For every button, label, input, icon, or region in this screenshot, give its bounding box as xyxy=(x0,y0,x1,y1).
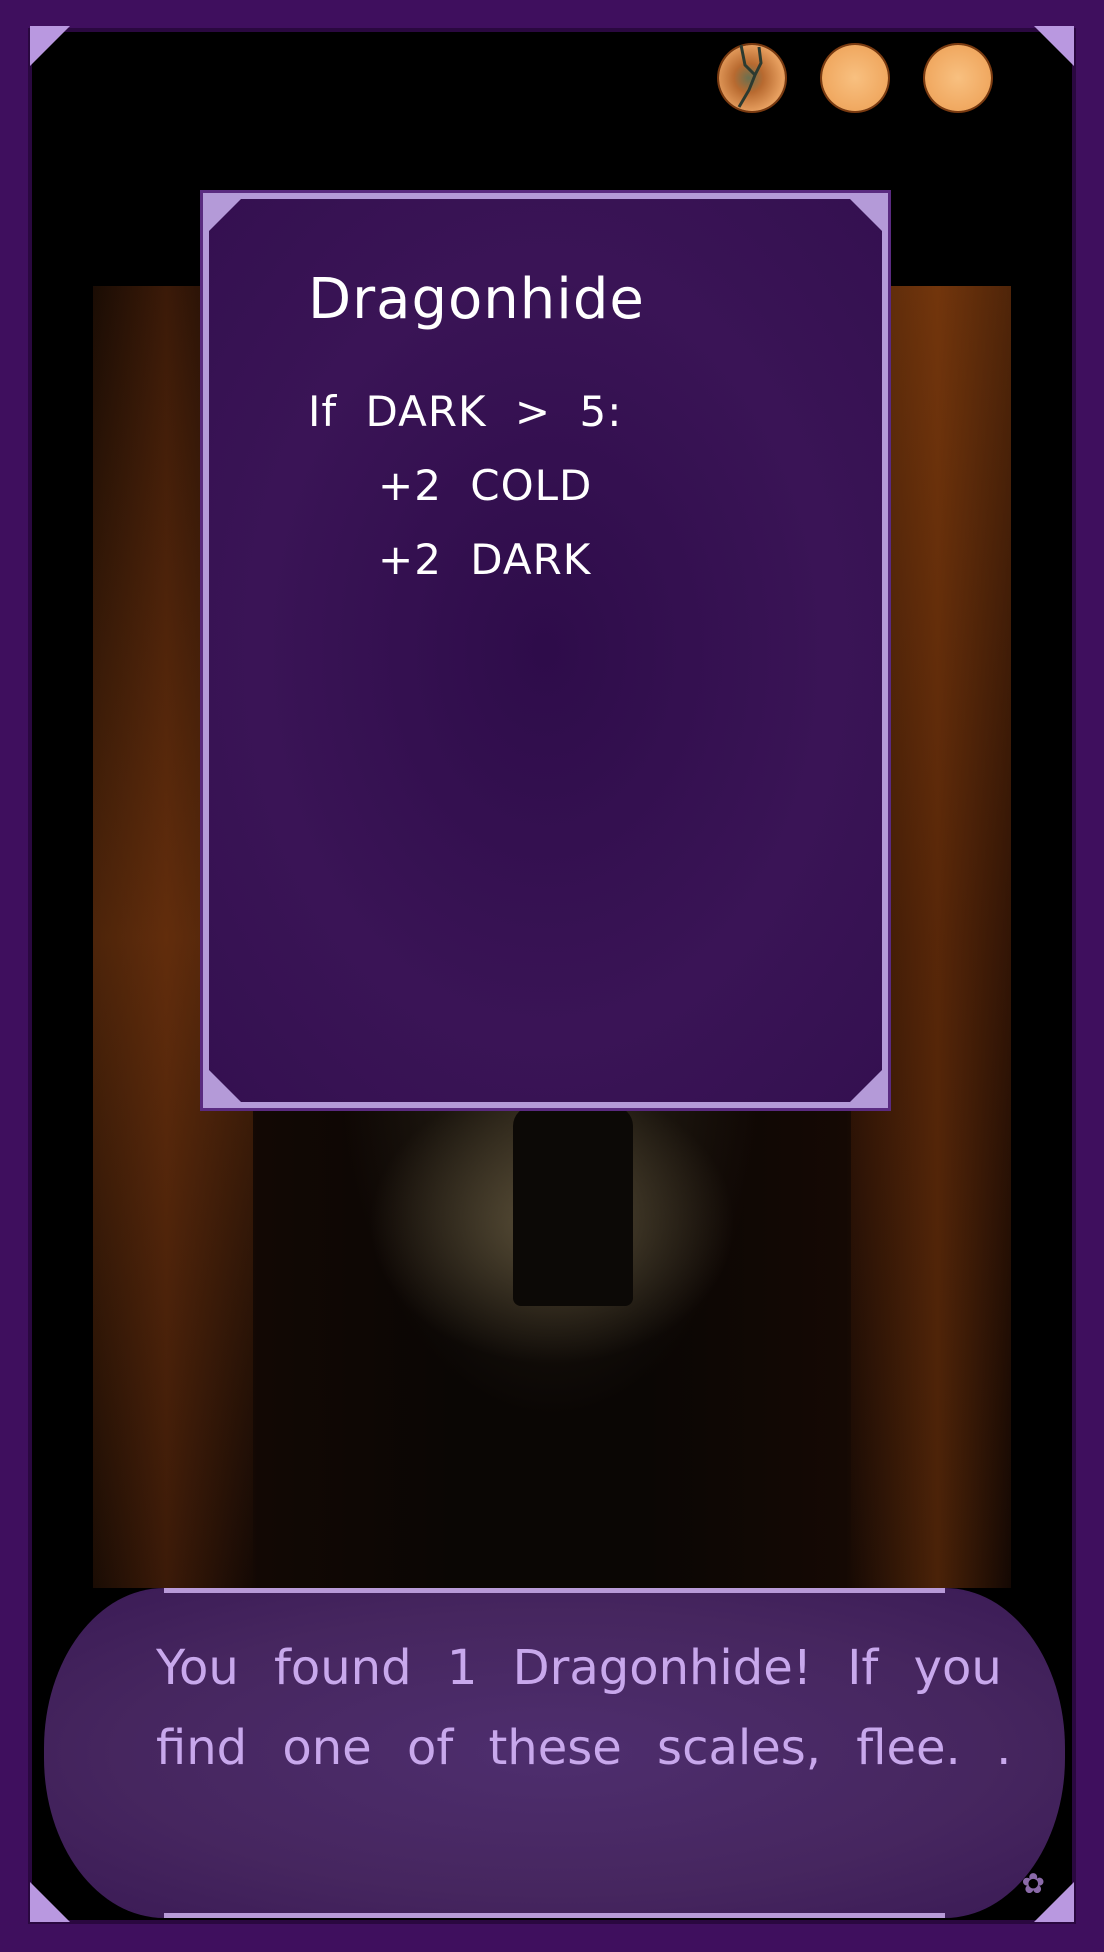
dialog-box[interactable]: You found 1 Dragonhide! If you find one … xyxy=(44,1588,1065,1918)
dialog-border-top xyxy=(164,1588,945,1593)
card-effect-condition: If DARK > 5: xyxy=(308,387,623,436)
card-effect: +2 DARK xyxy=(378,535,592,584)
gear-icon[interactable]: ✿ xyxy=(1022,1867,1045,1900)
card-corner xyxy=(209,199,241,231)
life-orb xyxy=(925,45,991,111)
item-card: Dragonhide If DARK > 5: +2 COLD +2 DARK xyxy=(203,193,888,1108)
life-orb xyxy=(822,45,888,111)
card-corner xyxy=(850,1070,882,1102)
dialog-text: You found 1 Dragonhide! If you find one … xyxy=(156,1640,1012,1776)
card-corner xyxy=(209,1070,241,1102)
dialog-border-bottom xyxy=(164,1913,945,1918)
card-corner xyxy=(850,199,882,231)
card-title: Dragonhide xyxy=(308,267,645,332)
life-orb-cracked xyxy=(719,45,785,111)
card-effect: +2 COLD xyxy=(378,461,593,510)
